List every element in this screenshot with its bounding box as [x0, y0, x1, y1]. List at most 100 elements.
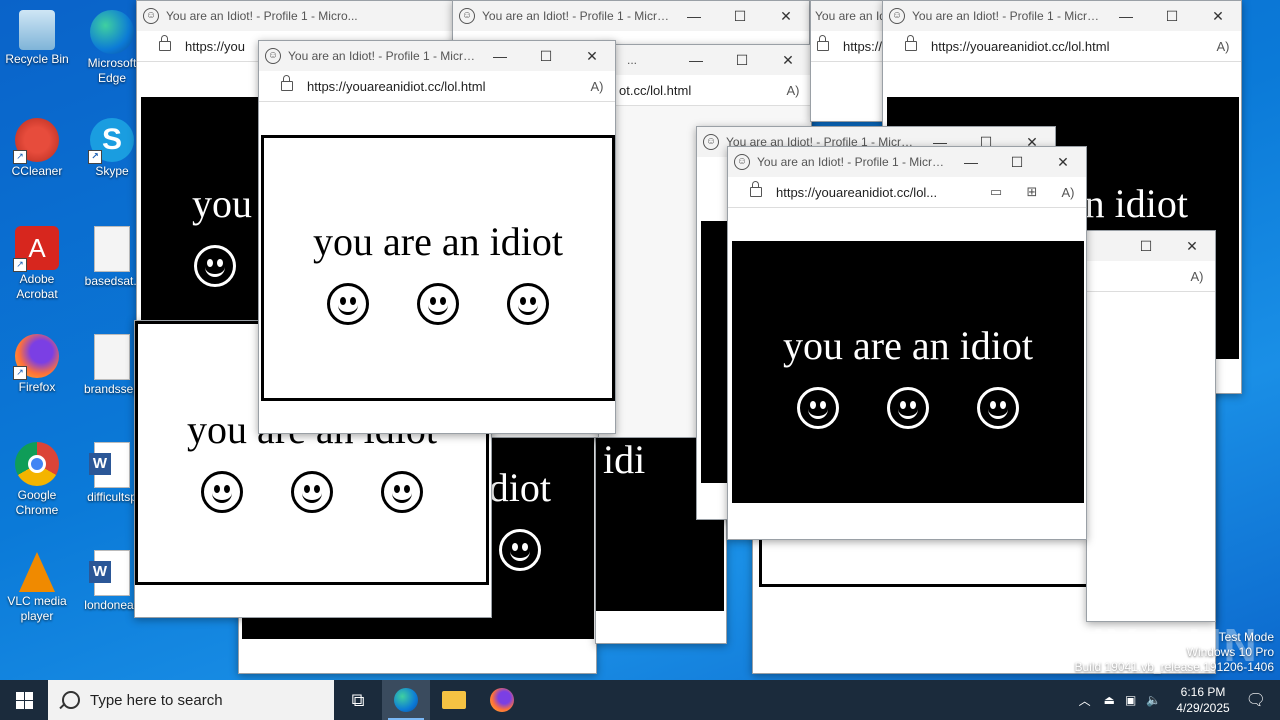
- browser-window-front-left[interactable]: ☺ You are an Idiot! - Profile 1 - Micro..…: [258, 40, 616, 434]
- edge-icon: [90, 10, 134, 54]
- close-button[interactable]: ✕: [765, 52, 811, 69]
- taskbar-firefox[interactable]: [478, 680, 526, 720]
- address-bar-url[interactable]: ot.cc/lol.html: [599, 83, 775, 98]
- usb-icon[interactable]: ⏏: [1104, 693, 1115, 707]
- close-button[interactable]: ✕: [1169, 238, 1215, 255]
- windows-logo-icon: [15, 691, 33, 709]
- browser-window-front-active[interactable]: ☺ You are an Idiot! - Profile 1 - Micro..…: [727, 146, 1087, 540]
- desktop-icon-label: Firefox: [18, 380, 56, 394]
- smiley-icon: [194, 245, 236, 287]
- page-panel: you are an idiot: [261, 135, 615, 401]
- desktop-icon-adobe-acrobat[interactable]: A ↗ Adobe Acrobat: [0, 220, 74, 302]
- chevron-up-icon[interactable]: ︿: [1079, 692, 1091, 709]
- task-view-icon: ⧉: [351, 689, 365, 710]
- page-message: you are an idiot: [783, 323, 1033, 368]
- desktop-icon-label: VLC media player: [7, 594, 67, 623]
- firefox-icon: [490, 688, 514, 712]
- read-aloud-icon[interactable]: A): [775, 83, 811, 98]
- minimize-button[interactable]: —: [671, 8, 717, 24]
- smiley-icon: [499, 529, 541, 571]
- smiley-icon: [507, 283, 549, 325]
- read-aloud-icon[interactable]: A): [1205, 39, 1241, 54]
- image-file-icon: [94, 226, 130, 272]
- smiley-favicon-icon: ☺: [143, 8, 159, 24]
- firefox-icon: ↗: [13, 334, 59, 380]
- smiley-icon: [887, 387, 929, 429]
- skype-icon: S ↗: [88, 118, 134, 164]
- start-button[interactable]: [0, 680, 48, 720]
- folder-icon: [442, 691, 466, 709]
- close-button[interactable]: ✕: [1195, 8, 1241, 25]
- lock-icon: [159, 35, 171, 51]
- chrome-icon: [15, 442, 59, 486]
- volume-icon[interactable]: 🔈: [1146, 693, 1161, 707]
- lock-icon: [817, 35, 829, 51]
- smiley-icon: [291, 471, 333, 513]
- read-aloud-icon[interactable]: A): [579, 79, 615, 94]
- edge-icon: [394, 688, 418, 712]
- address-bar-url[interactable]: https://youareanidiot.cc/lol.html: [307, 79, 579, 94]
- smiley-favicon-icon: ☺: [889, 8, 905, 24]
- smiley-icon: [201, 471, 243, 513]
- taskbar-file-explorer[interactable]: [430, 680, 478, 720]
- minimize-button[interactable]: —: [673, 52, 719, 68]
- close-button[interactable]: ✕: [569, 48, 615, 65]
- minimize-button[interactable]: —: [477, 48, 523, 64]
- address-bar-url[interactable]: https://youareanidiot.cc/lol...: [776, 185, 978, 200]
- lock-icon: [750, 181, 762, 197]
- system-tray: ︿ ⏏ ▣ 🔈 6:16 PM 4/29/2025 🗨: [1071, 680, 1280, 720]
- notification-icon[interactable]: 🗨: [1246, 690, 1266, 710]
- desktop-icon-label: CCleaner: [11, 164, 63, 178]
- maximize-button[interactable]: ☐: [1149, 8, 1195, 25]
- app-available-icon[interactable]: ▭: [978, 184, 1014, 200]
- smiley-favicon-icon: ☺: [734, 154, 750, 170]
- test-mode-watermark: Test Mode Windows 10 Pro Build 19041.vb_…: [1074, 630, 1275, 674]
- desktop-icon-label: Adobe Acrobat: [16, 272, 58, 301]
- desktop-icon-recycle-bin[interactable]: Recycle Bin: [0, 4, 74, 67]
- desktop-icon-google-chrome[interactable]: Google Chrome: [0, 436, 74, 518]
- maximize-button[interactable]: ☐: [523, 48, 569, 65]
- smiley-favicon-icon: ☺: [703, 134, 719, 150]
- task-view-button[interactable]: ⧉: [334, 680, 382, 720]
- taskbar-edge[interactable]: [382, 680, 430, 720]
- maximize-button[interactable]: ☐: [719, 52, 765, 69]
- clock[interactable]: 6:16 PM 4/29/2025: [1176, 684, 1229, 716]
- network-icon[interactable]: ▣: [1125, 693, 1136, 707]
- smiley-favicon-icon: ☺: [459, 8, 475, 24]
- recycle-bin-icon: [19, 10, 55, 50]
- address-bar-url[interactable]: https://youareanidiot.cc/lol.html: [931, 39, 1205, 54]
- maximize-button[interactable]: ☐: [994, 154, 1040, 171]
- lock-icon: [281, 75, 293, 91]
- maximize-button[interactable]: ☐: [1123, 238, 1169, 255]
- browser-window-top-right-small[interactable]: You are an Idi https://: [810, 0, 892, 122]
- taskbar-search-box[interactable]: Type here to search: [48, 680, 334, 720]
- desktop-icon-label: Google Chrome: [15, 488, 59, 517]
- smiley-icon: [977, 387, 1019, 429]
- lock-icon: [905, 35, 917, 51]
- vlc-icon: [19, 552, 55, 592]
- smiley-icon: [381, 471, 423, 513]
- word-file-icon: W: [89, 550, 130, 596]
- minimize-button[interactable]: —: [1103, 8, 1149, 24]
- minimize-button[interactable]: —: [948, 154, 994, 170]
- search-placeholder: Type here to search: [90, 691, 223, 709]
- read-aloud-icon[interactable]: A): [1179, 269, 1215, 284]
- close-button[interactable]: ✕: [1040, 154, 1086, 171]
- word-file-icon: W: [89, 442, 130, 488]
- smiley-icon: [327, 283, 369, 325]
- page-message: you are an idiot: [313, 219, 563, 264]
- smiley-favicon-icon: ☺: [265, 48, 281, 64]
- desktop-icon-vlc[interactable]: VLC media player: [0, 544, 74, 624]
- page-panel: you are an idiot: [732, 241, 1084, 503]
- ccleaner-icon: ↗: [13, 118, 59, 164]
- extensions-icon[interactable]: ⊞: [1014, 184, 1050, 200]
- desktop-icon-firefox[interactable]: ↗ Firefox: [0, 328, 74, 395]
- browser-window-right-cascade-back[interactable]: ☐ ✕ A): [1086, 230, 1216, 622]
- maximize-button[interactable]: ☐: [717, 8, 763, 25]
- desktop-icon-label: Recycle Bin: [5, 52, 69, 66]
- desktop-icon-ccleaner[interactable]: ↗ CCleaner: [0, 112, 74, 179]
- close-button[interactable]: ✕: [763, 8, 809, 25]
- search-icon: [62, 691, 80, 709]
- acrobat-icon: A ↗: [13, 226, 59, 272]
- read-aloud-icon[interactable]: A): [1050, 185, 1086, 200]
